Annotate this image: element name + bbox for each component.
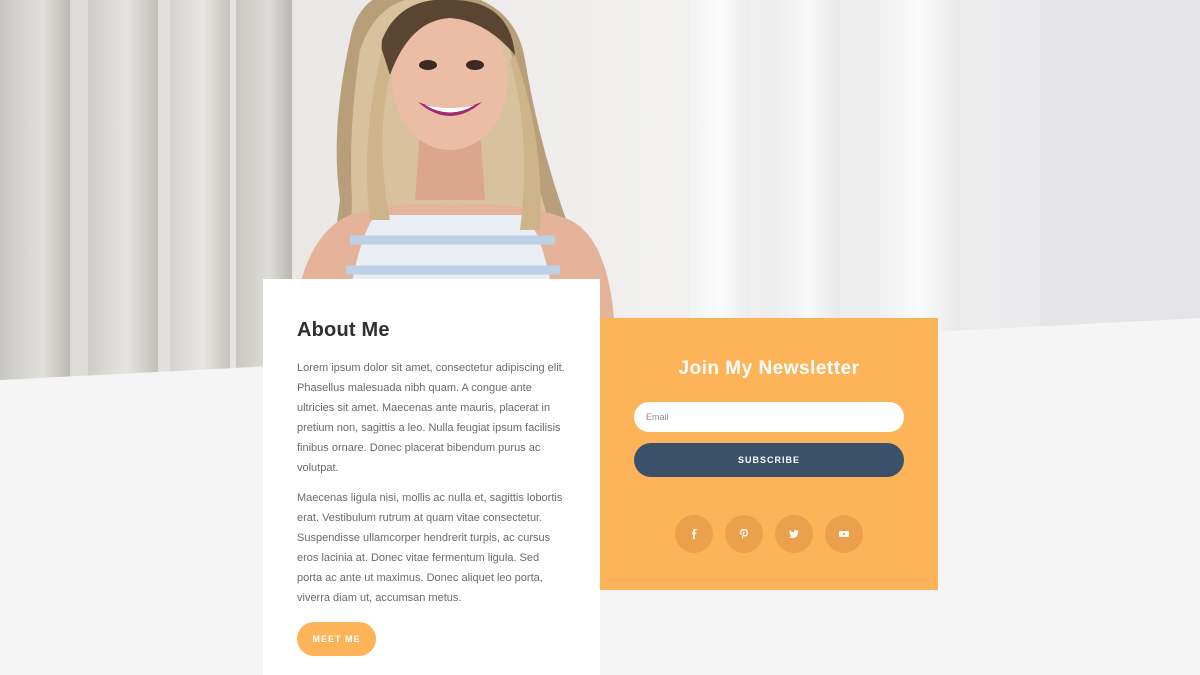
about-card: About Me Lorem ipsum dolor sit amet, con… [263, 279, 600, 675]
facebook-icon [692, 529, 697, 539]
twitter-icon [789, 530, 799, 538]
meet-me-button[interactable]: MEET ME [297, 622, 376, 656]
newsletter-card: Join My Newsletter SUBSCRIBE [600, 318, 938, 590]
column-decoration [0, 0, 70, 380]
twitter-link[interactable] [775, 515, 813, 553]
pinterest-icon [740, 529, 748, 539]
column-decoration [88, 0, 158, 380]
youtube-link[interactable] [825, 515, 863, 553]
about-title: About Me [297, 319, 390, 341]
pinterest-link[interactable] [725, 515, 763, 553]
page: About Me Lorem ipsum dolor sit amet, con… [0, 0, 1200, 675]
about-paragraph-2: Maecenas ligula nisi, mollis ac nulla et… [297, 492, 563, 604]
column-decoration [170, 0, 230, 380]
social-links [675, 515, 865, 553]
about-paragraph-1: Lorem ipsum dolor sit amet, consectetur … [297, 362, 565, 474]
newsletter-title: Join My Newsletter [678, 358, 860, 379]
subscribe-button[interactable]: SUBSCRIBE [634, 443, 904, 477]
facebook-link[interactable] [675, 515, 713, 553]
email-input[interactable] [634, 402, 904, 432]
wall-decoration [1040, 0, 1200, 380]
youtube-icon [839, 531, 849, 537]
